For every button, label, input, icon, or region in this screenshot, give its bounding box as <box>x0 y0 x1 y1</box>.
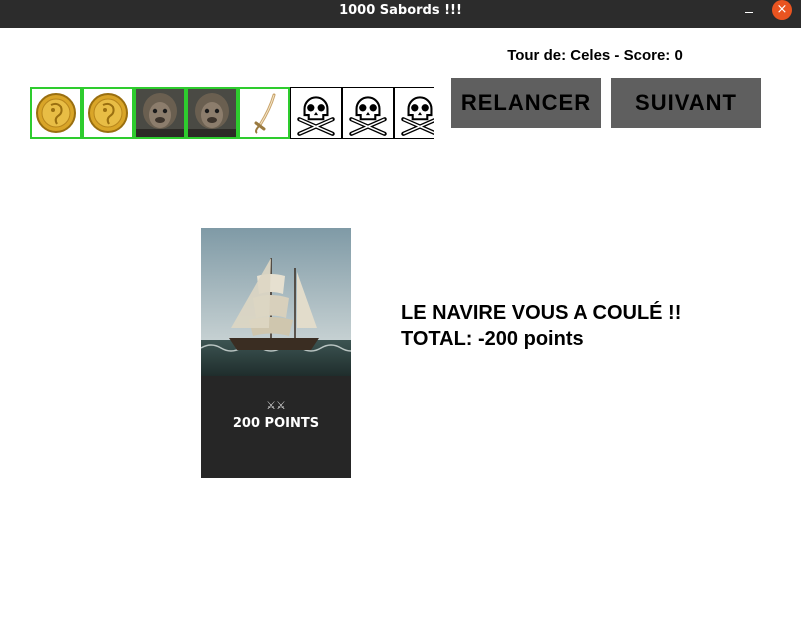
gold-coin-icon <box>36 93 76 133</box>
die-gold-coin[interactable] <box>30 87 82 139</box>
next-button[interactable]: SUIVANT <box>611 78 761 128</box>
monkey-icon <box>136 89 184 137</box>
pirate-ship-illustration <box>201 228 351 478</box>
sabre-icon <box>240 89 288 137</box>
result-message: LE NAVIRE VOUS A COULÉ !! <box>401 302 682 324</box>
card-points-label: 200 POINTS <box>232 416 320 431</box>
die-sabre[interactable] <box>238 87 290 139</box>
die-skull[interactable] <box>290 87 342 139</box>
die-monkey[interactable] <box>134 87 186 139</box>
skull-crossbones-icon <box>291 88 341 138</box>
round-result: LE NAVIRE VOUS A COULÉ !! TOTAL: -200 po… <box>401 300 681 352</box>
crossed-swords-icon: ⚔⚔ <box>266 399 286 412</box>
dice-row <box>30 87 434 139</box>
game-area: Tour de: Celes - Score: 0 RELANCER SUIVA… <box>0 0 801 628</box>
die-monkey[interactable] <box>186 87 238 139</box>
die-gold-coin[interactable] <box>82 87 134 139</box>
die-skull[interactable] <box>342 87 394 139</box>
gold-coin-icon <box>88 93 128 133</box>
monkey-icon <box>188 89 236 137</box>
die-skull[interactable] <box>394 87 434 139</box>
skull-crossbones-icon <box>343 88 393 138</box>
turn-status: Tour de: Celes - Score: 0 <box>507 47 683 64</box>
pirate-ship-card: ⚔⚔ 200 POINTS <box>201 228 351 478</box>
reroll-button[interactable]: RELANCER <box>451 78 601 128</box>
skull-crossbones-icon <box>395 88 434 138</box>
result-total: TOTAL: -200 points <box>401 328 584 350</box>
